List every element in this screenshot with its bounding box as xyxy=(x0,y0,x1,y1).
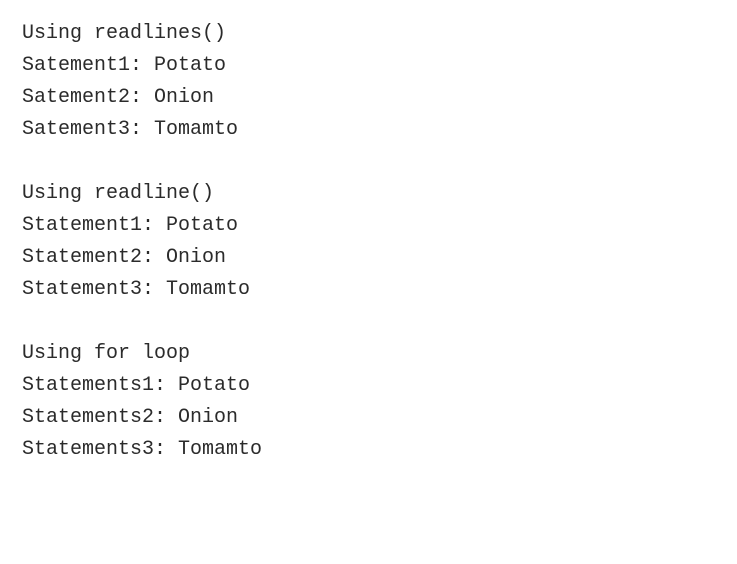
output-line: Statements1: Potato xyxy=(22,370,715,402)
output-line: Statement1: Potato xyxy=(22,210,715,242)
output-block-readlines: Using readlines() Satement1: Potato Sate… xyxy=(22,18,715,146)
output-line: Statement2: Onion xyxy=(22,242,715,274)
output-line: Satement1: Potato xyxy=(22,50,715,82)
output-line: Satement2: Onion xyxy=(22,82,715,114)
block-header: Using readline() xyxy=(22,178,715,210)
output-line: Statements2: Onion xyxy=(22,402,715,434)
output-block-forloop: Using for loop Statements1: Potato State… xyxy=(22,338,715,466)
output-line: Statements3: Tomamto xyxy=(22,434,715,466)
block-header: Using readlines() xyxy=(22,18,715,50)
output-line: Satement3: Tomamto xyxy=(22,114,715,146)
output-line: Statement3: Tomamto xyxy=(22,274,715,306)
output-block-readline: Using readline() Statement1: Potato Stat… xyxy=(22,178,715,306)
block-header: Using for loop xyxy=(22,338,715,370)
